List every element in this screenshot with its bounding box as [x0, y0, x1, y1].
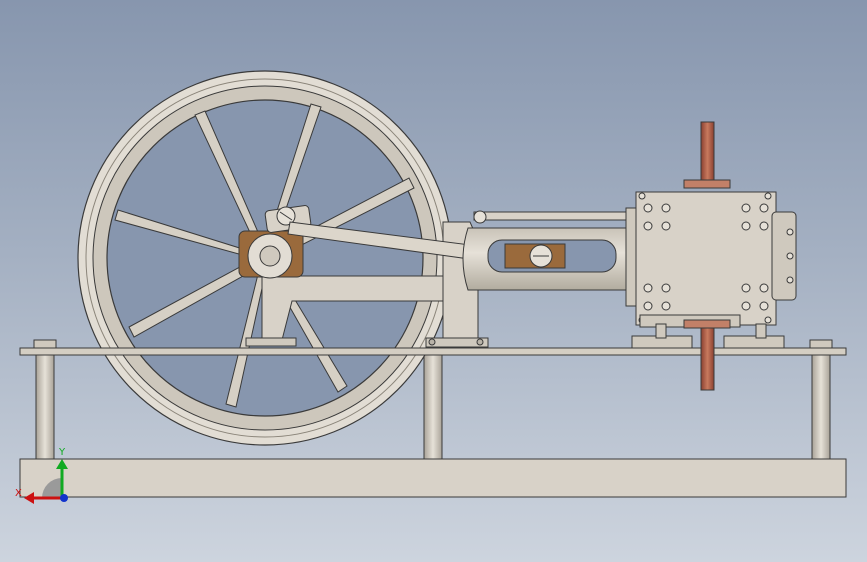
z-axis-dot — [60, 494, 68, 502]
y-axis-label: Y — [58, 447, 66, 458]
crosshead-guide[interactable] — [462, 210, 631, 291]
platform-plate[interactable] — [19, 347, 847, 356]
base-block[interactable] — [19, 458, 847, 498]
x-axis-label: X — [15, 488, 22, 499]
cad-viewport[interactable]: Y X — [0, 0, 867, 562]
model-view[interactable]: Y X — [0, 0, 867, 562]
